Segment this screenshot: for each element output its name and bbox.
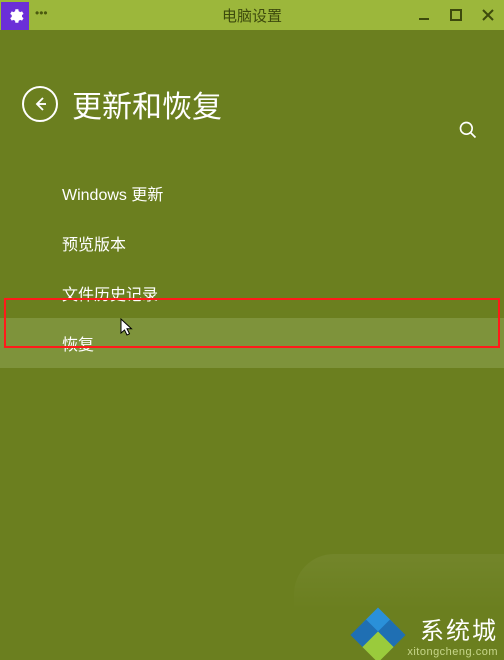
titlebar: ••• 电脑设置 [0, 0, 504, 30]
close-button[interactable] [472, 0, 504, 30]
menu-item-file-history[interactable]: 文件历史记录 [0, 268, 504, 318]
content-area: 更新和恢复 Windows 更新 预览版本 文件历史记录 恢复 [0, 30, 504, 368]
pc-settings-window: ••• 电脑设置 更新和恢复 Windows 更新 [0, 0, 504, 660]
settings-menu: Windows 更新 预览版本 文件历史记录 恢复 [0, 168, 504, 368]
settings-app-icon[interactable] [1, 2, 29, 30]
watermark: 系统城 xitongcheng.com [355, 611, 498, 658]
minimize-button[interactable] [408, 0, 440, 30]
menu-label: Windows 更新 [62, 181, 163, 205]
menu-label: 预览版本 [62, 231, 126, 255]
window-controls [408, 0, 504, 30]
titlebar-menu-icon[interactable]: ••• [35, 6, 48, 20]
menu-item-windows-update[interactable]: Windows 更新 [0, 168, 504, 218]
menu-label: 恢复 [62, 331, 94, 355]
menu-label: 文件历史记录 [62, 281, 158, 305]
menu-item-preview-builds[interactable]: 预览版本 [0, 218, 504, 268]
maximize-button[interactable] [440, 0, 472, 30]
back-button[interactable] [22, 86, 58, 122]
watermark-brand: 系统城 [420, 611, 498, 646]
watermark-url: xitongcheng.com [407, 646, 498, 658]
page-header: 更新和恢复 [0, 30, 504, 126]
search-button[interactable] [454, 116, 482, 144]
watermark-logo-icon [355, 612, 401, 658]
page-title: 更新和恢复 [72, 82, 222, 126]
menu-item-recovery[interactable]: 恢复 [0, 318, 504, 368]
